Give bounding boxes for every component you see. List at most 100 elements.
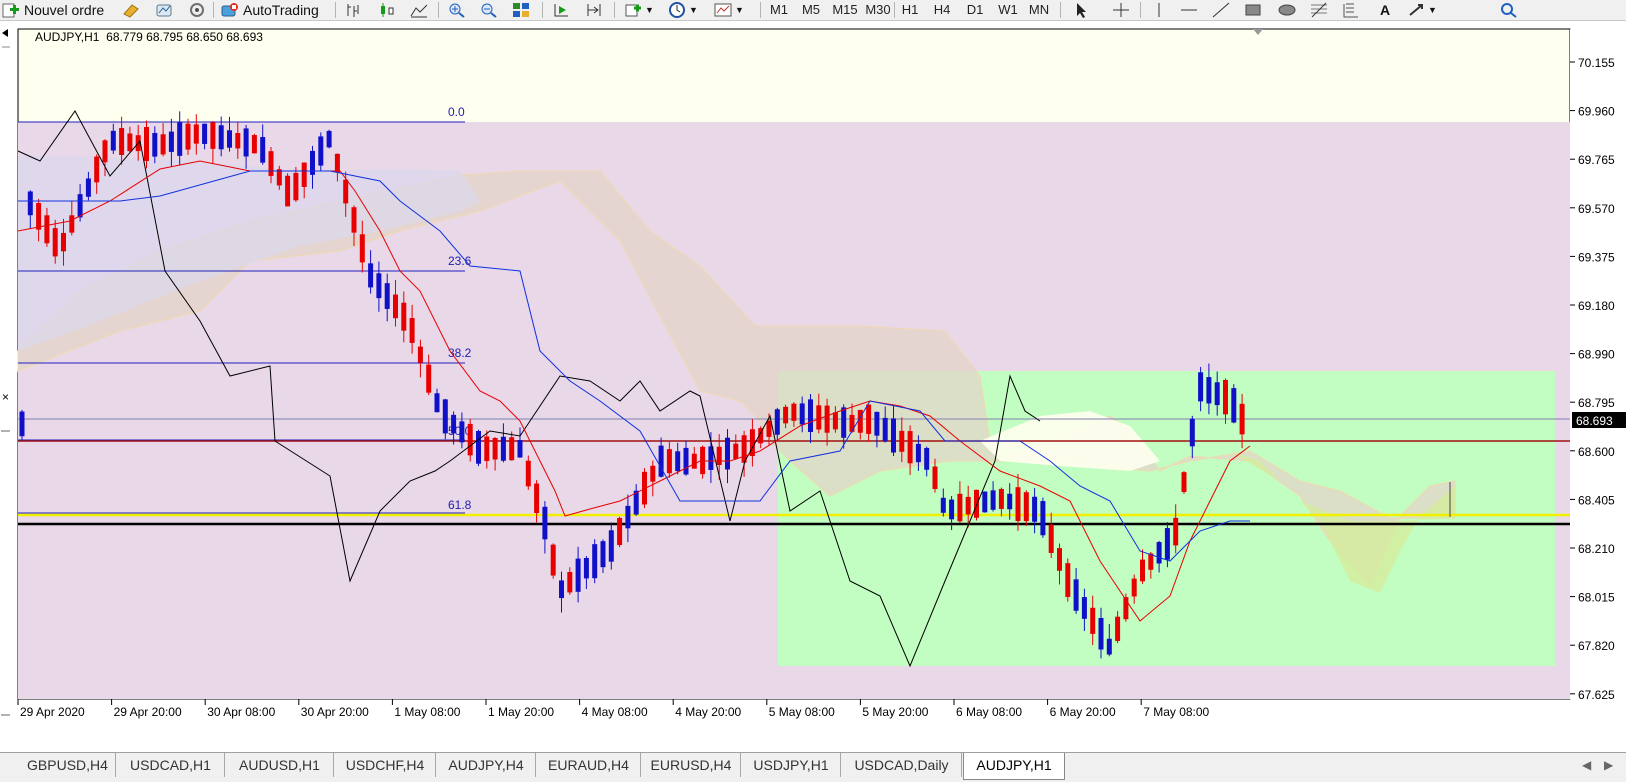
chart-shift-button[interactable] xyxy=(552,0,570,20)
candle-body xyxy=(608,530,614,562)
market-watch-icon xyxy=(155,2,173,18)
line-chart-button[interactable] xyxy=(410,0,428,20)
candle-body xyxy=(168,131,174,152)
time-axis-label: 4 May 20:00 xyxy=(675,705,741,719)
tile-windows-button[interactable] xyxy=(512,0,530,20)
fibonacci-tool[interactable] xyxy=(1310,0,1328,20)
time-axis-label: 5 May 20:00 xyxy=(862,705,928,719)
search-button[interactable] xyxy=(1500,0,1518,20)
arrows-tool[interactable]: ▼ xyxy=(1408,0,1437,20)
bar-chart-button[interactable] xyxy=(344,0,362,20)
vertical-line-tool[interactable] xyxy=(1150,0,1168,20)
candle-body xyxy=(617,517,623,546)
chart-tab[interactable]: GBPUSD,H4 xyxy=(20,753,116,777)
price-chart[interactable]: 0.023.638.250.061.8 70.15569.96069.76569… xyxy=(0,21,1626,752)
time-axis-label: 6 May 20:00 xyxy=(1050,705,1116,719)
candle-body xyxy=(492,438,498,460)
candle-body xyxy=(326,130,332,148)
signals-button[interactable] xyxy=(188,0,206,20)
candle-body xyxy=(451,414,457,434)
timeframe-m30-button[interactable]: M30 xyxy=(862,1,894,19)
candle-body xyxy=(359,234,365,263)
candle-body xyxy=(52,228,58,257)
horizontal-line-tool[interactable] xyxy=(1180,0,1198,20)
candle-body xyxy=(1048,524,1054,553)
search-icon xyxy=(1500,2,1518,18)
timeframe-d1-button[interactable]: D1 xyxy=(963,1,987,19)
timeframe-h4-button[interactable]: H4 xyxy=(930,1,954,19)
periodicity-button[interactable]: ▼ xyxy=(668,0,698,20)
new-order-button[interactable]: Nouvel ordre xyxy=(2,0,104,20)
candle-body xyxy=(716,446,722,466)
autotrading-label: AutoTrading xyxy=(243,2,319,18)
indicators-button[interactable]: ▼ xyxy=(624,0,654,20)
chart-tab[interactable]: USDCAD,Daily xyxy=(842,753,962,777)
candle-body xyxy=(575,558,581,592)
metaeditor-button[interactable] xyxy=(122,0,140,20)
rectangle-tool[interactable] xyxy=(1244,0,1262,20)
candlestick-button[interactable] xyxy=(378,0,396,20)
candle-body xyxy=(243,128,249,157)
templates-dropdown-icon: ▼ xyxy=(735,5,744,15)
crosshair-tool[interactable] xyxy=(1112,0,1130,20)
chart-tab[interactable]: USDCHF,H4 xyxy=(335,753,436,777)
candle-body xyxy=(393,294,398,319)
timeframe-m1-button[interactable]: M1 xyxy=(766,1,792,19)
fibo-fan-tool[interactable] xyxy=(1342,0,1360,20)
fibonacci-icon xyxy=(1310,2,1328,18)
zoom-out-button[interactable] xyxy=(480,0,498,20)
chart-tab[interactable]: AUDUSD,H1 xyxy=(226,753,334,777)
indicators-icon xyxy=(624,2,642,18)
chart-tab[interactable]: EURAUD,H4 xyxy=(537,753,641,777)
candle-body xyxy=(144,127,149,161)
timeframe-w1-button[interactable]: W1 xyxy=(995,1,1021,19)
timeframe-h1-button[interactable]: H1 xyxy=(898,1,922,19)
trendline-tool[interactable] xyxy=(1212,0,1230,20)
market-watch-button[interactable] xyxy=(155,0,173,20)
candle-body xyxy=(426,364,432,393)
ellipse-tool[interactable] xyxy=(1278,0,1296,20)
metaeditor-icon xyxy=(122,2,140,18)
candle-body xyxy=(1057,548,1062,571)
chart-window[interactable]: 0.023.638.250.061.8 70.15569.96069.76569… xyxy=(0,21,1626,752)
zoom-in-button[interactable] xyxy=(448,0,466,20)
price-axis-label: 68.600 xyxy=(1578,445,1615,459)
chart-tab[interactable]: AUDJPY,H4 xyxy=(437,753,536,777)
chart-tab[interactable]: USDJPY,H1 xyxy=(742,753,841,777)
autoscroll-button[interactable] xyxy=(585,0,603,20)
tabs-scroll-right-icon[interactable]: ▶ xyxy=(1604,758,1613,772)
time-axis-label: 29 Apr 2020 xyxy=(20,705,85,719)
candle-body xyxy=(783,406,789,424)
candle-body xyxy=(1090,607,1096,634)
time-axis-label: 1 May 20:00 xyxy=(488,705,554,719)
autoscroll-icon xyxy=(585,2,603,18)
trendline-icon xyxy=(1212,2,1230,18)
candle-body xyxy=(251,135,257,154)
candle-body xyxy=(401,302,407,331)
chart-header: AUDJPY,H1 68.779 68.795 68.650 68.693 xyxy=(35,30,263,44)
close-icon[interactable]: × xyxy=(2,390,9,404)
fib-label: 23.6 xyxy=(448,254,472,268)
text-tool[interactable]: A xyxy=(1376,0,1394,20)
timeframe-mn-button[interactable]: MN xyxy=(1025,1,1053,19)
tabs-scroll-left-icon[interactable]: ◀ xyxy=(1582,758,1591,772)
timeframe-m5-button[interactable]: M5 xyxy=(798,1,824,19)
timeframe-m15-button[interactable]: M15 xyxy=(830,1,860,19)
clock-icon xyxy=(668,2,686,18)
candle-body xyxy=(260,136,266,163)
candle-body xyxy=(982,491,988,513)
templates-button[interactable]: ▼ xyxy=(714,0,744,20)
chart-tab[interactable]: EURUSD,H4 xyxy=(642,753,741,777)
candle-body xyxy=(127,133,133,152)
candle-body xyxy=(1214,382,1220,406)
cursor-tool[interactable] xyxy=(1072,0,1090,20)
candlestick-icon xyxy=(378,2,396,18)
candle-body xyxy=(550,544,556,576)
candle-body xyxy=(907,431,913,464)
candle-body xyxy=(542,506,548,540)
candle-body xyxy=(525,460,531,487)
chart-tab[interactable]: USDCAD,H1 xyxy=(117,753,225,777)
autotrading-icon xyxy=(220,2,238,18)
chart-tab[interactable]: AUDJPY,H1 xyxy=(963,753,1065,780)
autotrading-button[interactable]: AutoTrading xyxy=(220,0,319,20)
